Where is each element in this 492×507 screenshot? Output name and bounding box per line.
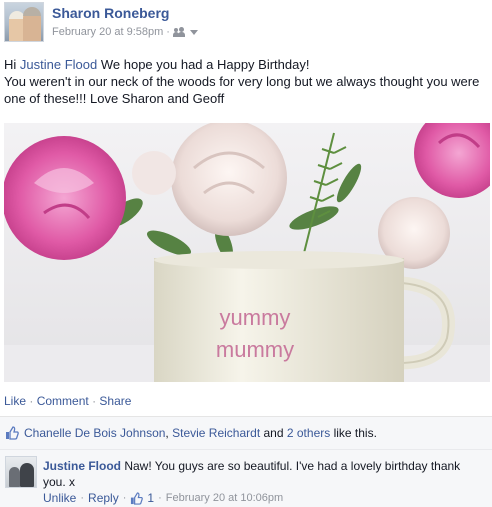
author-avatar[interactable] <box>4 2 44 42</box>
commenter-avatar[interactable] <box>5 456 37 488</box>
commenter-name-link[interactable]: Justine Flood <box>43 459 121 473</box>
meta-separator: · <box>166 26 170 38</box>
story-actions: Like · Comment · Share <box>4 394 131 408</box>
actions-separator: · <box>92 394 97 408</box>
comment-button[interactable]: Comment <box>37 394 89 408</box>
comment-like-count[interactable]: 1 <box>147 491 154 505</box>
message-line2: You weren't in our neck of the woods for… <box>4 74 480 106</box>
mug-text-line1: yummy <box>220 305 291 330</box>
mention-link[interactable]: Justine Flood <box>20 57 97 72</box>
liker-link-1[interactable]: Chanelle De Bois Johnson <box>24 426 165 440</box>
comment-meta-separator: · <box>80 492 85 504</box>
likes-others-link[interactable]: 2 others <box>287 426 330 440</box>
story-meta: February 20 at 9:58pm · <box>52 26 198 38</box>
unlike-button[interactable]: Unlike <box>43 491 76 505</box>
post-message: Hi Justine Flood We hope you had a Happy… <box>4 56 490 107</box>
post-photo[interactable]: yummy mummy <box>4 123 490 382</box>
mug-text-line2: mummy <box>216 337 294 362</box>
story-timestamp[interactable]: February 20 at 9:58pm <box>52 26 163 38</box>
message-greeting: Hi <box>4 57 17 72</box>
author-name-link[interactable]: Sharon Roneberg <box>52 5 169 21</box>
friends-icon[interactable] <box>172 27 187 37</box>
feed-story: Sharon Roneberg February 20 at 9:58pm · … <box>0 0 492 507</box>
comment-body: Justine Flood Naw! You guys are so beaut… <box>43 458 483 490</box>
reply-button[interactable]: Reply <box>88 491 119 505</box>
likes-suffix: like this. <box>333 426 377 440</box>
liker-link-2[interactable]: Stevie Reichardt <box>172 426 260 440</box>
message-line1: We hope you had a Happy Birthday! <box>100 57 310 72</box>
likes-comma: , <box>165 426 169 440</box>
story-header: Sharon Roneberg February 20 at 9:58pm · <box>4 2 488 44</box>
likes-summary: Chanelle De Bois Johnson, Stevie Reichar… <box>0 417 492 449</box>
share-button[interactable]: Share <box>99 394 131 408</box>
likes-and: and <box>263 426 284 440</box>
thumbs-up-icon[interactable] <box>130 491 144 505</box>
comment-meta-separator: · <box>122 492 127 504</box>
actions-separator: · <box>29 394 34 408</box>
comment-item: Justine Flood Naw! You guys are so beaut… <box>0 449 492 507</box>
flowers-in-mug-image: yummy mummy <box>4 123 490 382</box>
comment-meta-separator: · <box>158 492 162 504</box>
chevron-down-icon[interactable] <box>189 30 198 35</box>
comment-timestamp[interactable]: February 20 at 10:06pm <box>166 492 283 504</box>
comment-meta: Unlike · Reply · 1 · February 20 at 10:0… <box>43 491 283 505</box>
like-button[interactable]: Like <box>4 394 26 408</box>
thumbs-up-icon <box>6 426 19 440</box>
